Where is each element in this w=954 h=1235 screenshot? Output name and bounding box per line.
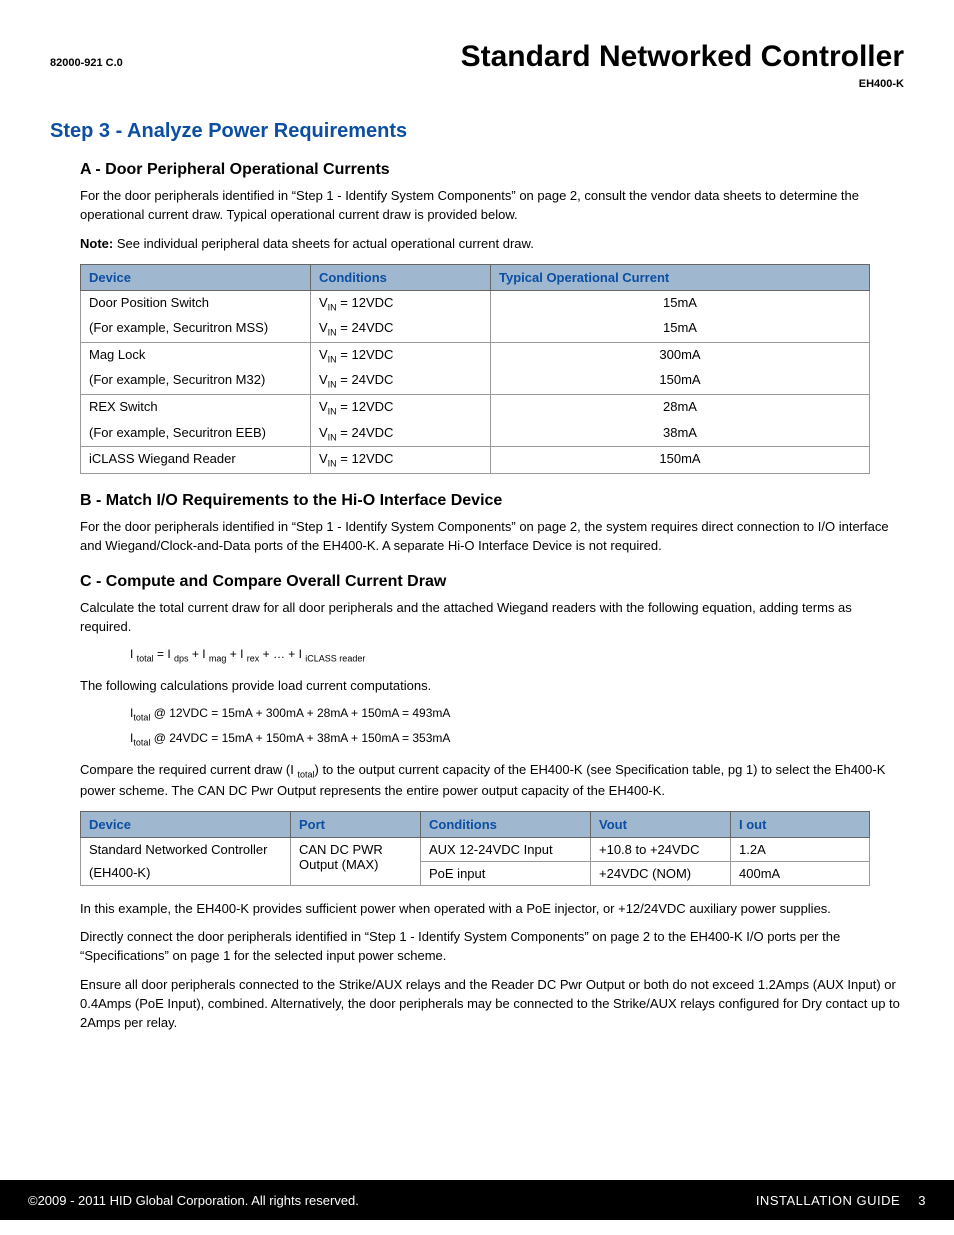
cell-cond: VIN = 24VDC <box>311 368 491 394</box>
section-a-note: Note: See individual peripheral data she… <box>80 235 904 254</box>
th-current: Typical Operational Current <box>491 264 870 290</box>
cell-cond: VIN = 12VDC <box>311 342 491 368</box>
cell: AUX 12-24VDC Input <box>421 837 591 861</box>
guide-label: INSTALLATION GUIDE <box>756 1193 900 1208</box>
footer-right: INSTALLATION GUIDE 3 <box>756 1193 926 1208</box>
table-row: (For example, Securitron MSS) VIN = 24VD… <box>81 316 870 342</box>
cell-device: REX Switch <box>81 394 311 420</box>
table-row: Door Position Switch VIN = 12VDC 15mA <box>81 290 870 316</box>
calc-24v: Itotal @ 24VDC = 15mA + 150mA + 38mA + 1… <box>130 731 904 747</box>
cell-cur: 15mA <box>491 290 870 316</box>
cell: 400mA <box>731 861 870 885</box>
th-conditions: Conditions <box>311 264 491 290</box>
section-c-para3: Compare the required current draw (I tot… <box>80 761 904 800</box>
cell-cur: 28mA <box>491 394 870 420</box>
doc-code: 82000-921 C.0 <box>50 57 123 69</box>
cell-cond: VIN = 12VDC <box>311 290 491 316</box>
cell-device: (For example, Securitron EEB) <box>81 421 311 447</box>
section-c-para2: The following calculations provide load … <box>80 677 904 696</box>
doc-title: Standard Networked Controller <box>461 40 904 74</box>
cell-device: Mag Lock <box>81 342 311 368</box>
cell-cond: VIN = 12VDC <box>311 394 491 420</box>
copyright: ©2009 - 2011 HID Global Corporation. All… <box>28 1193 359 1208</box>
th-cond2: Conditions <box>421 811 591 837</box>
section-b-title: B - Match I/O Requirements to the Hi-O I… <box>80 492 904 510</box>
table-row: (EH400-K) PoE input +24VDC (NOM) 400mA <box>81 861 870 885</box>
table-row: REX Switch VIN = 12VDC 28mA <box>81 394 870 420</box>
calc-block: Itotal @ 12VDC = 15mA + 300mA + 28mA + 1… <box>130 706 904 747</box>
section-b-para: For the door peripherals identified in “… <box>80 518 904 556</box>
cell-cond: VIN = 24VDC <box>311 316 491 342</box>
th-device: Device <box>81 264 311 290</box>
table-row: (For example, Securitron EEB) VIN = 24VD… <box>81 421 870 447</box>
footer: ©2009 - 2011 HID Global Corporation. All… <box>0 1180 954 1220</box>
cell-cur: 150mA <box>491 368 870 394</box>
page-number: 3 <box>918 1193 926 1208</box>
note-label: Note: <box>80 236 113 251</box>
cell: +10.8 to +24VDC <box>591 837 731 861</box>
cell-cur: 15mA <box>491 316 870 342</box>
cell-cond: VIN = 24VDC <box>311 421 491 447</box>
table-a: Device Conditions Typical Operational Cu… <box>80 264 870 474</box>
cell: CAN DC PWR Output (MAX) <box>291 837 421 885</box>
cell: (EH400-K) <box>81 861 291 885</box>
model-code: EH400-K <box>50 78 904 90</box>
th-device2: Device <box>81 811 291 837</box>
section-a-para1: For the door peripherals identified in “… <box>80 187 904 225</box>
table-row: Standard Networked Controller CAN DC PWR… <box>81 837 870 861</box>
section-c-para6: Ensure all door peripherals connected to… <box>80 976 904 1033</box>
cell: Standard Networked Controller <box>81 837 291 861</box>
section-c-para4: In this example, the EH400-K provides su… <box>80 900 904 919</box>
table-row: Mag Lock VIN = 12VDC 300mA <box>81 342 870 368</box>
section-c-title: C - Compute and Compare Overall Current … <box>80 573 904 591</box>
equation-itotal: I total = I dps + I mag + I rex + … + I … <box>130 647 904 663</box>
section-a-title: A - Door Peripheral Operational Currents <box>80 161 904 179</box>
cell-cur: 300mA <box>491 342 870 368</box>
th-iout: I out <box>731 811 870 837</box>
th-vout: Vout <box>591 811 731 837</box>
cell: PoE input <box>421 861 591 885</box>
th-port: Port <box>291 811 421 837</box>
cell-device: (For example, Securitron M32) <box>81 368 311 394</box>
calc-12v: Itotal @ 12VDC = 15mA + 300mA + 28mA + 1… <box>130 706 904 722</box>
note-text: See individual peripheral data sheets fo… <box>113 236 534 251</box>
cell-cur: 38mA <box>491 421 870 447</box>
cell-cond: VIN = 12VDC <box>311 447 491 474</box>
table-row: (For example, Securitron M32) VIN = 24VD… <box>81 368 870 394</box>
section-c-para5: Directly connect the door peripherals id… <box>80 928 904 966</box>
table-c: Device Port Conditions Vout I out Standa… <box>80 811 870 886</box>
cell: +24VDC (NOM) <box>591 861 731 885</box>
cell: 1.2A <box>731 837 870 861</box>
cell-device: Door Position Switch <box>81 290 311 316</box>
cell-cur: 150mA <box>491 447 870 474</box>
cell-device: iCLASS Wiegand Reader <box>81 447 311 474</box>
cell-device: (For example, Securitron MSS) <box>81 316 311 342</box>
step-title: Step 3 - Analyze Power Requirements <box>50 120 904 143</box>
table-row: iCLASS Wiegand Reader VIN = 12VDC 150mA <box>81 447 870 474</box>
section-c-para1: Calculate the total current draw for all… <box>80 599 904 637</box>
